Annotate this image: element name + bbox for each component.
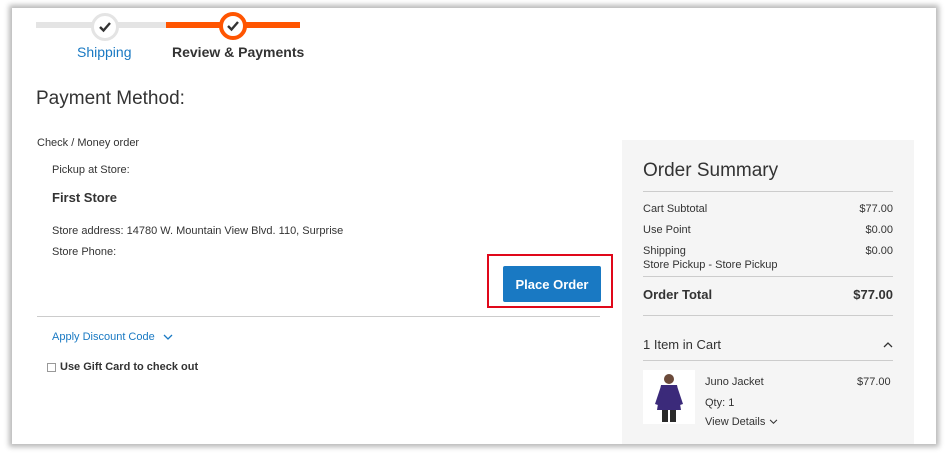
chevron-up-icon: [883, 342, 893, 348]
check-icon: [227, 21, 239, 32]
step-shipping-link[interactable]: Shipping: [77, 44, 132, 60]
gift-card-option[interactable]: Use Gift Card to check out: [47, 361, 198, 373]
payment-method-title: Payment Method:: [36, 88, 185, 109]
items-in-cart-label: 1 Item in Cart: [643, 337, 722, 352]
gift-card-label: Use Gift Card to check out: [60, 361, 199, 373]
divider: [37, 316, 600, 317]
checkbox-icon[interactable]: [47, 362, 56, 372]
store-address: Store address: 14780 W. Mountain View Bl…: [52, 225, 344, 237]
summary-row-label: Use Point: [643, 224, 691, 236]
item-price: $77.00: [857, 376, 891, 388]
summary-row-value: $0.00: [865, 245, 893, 257]
apply-discount-toggle[interactable]: Apply Discount Code: [52, 331, 173, 343]
apply-discount-label: Apply Discount Code: [52, 331, 155, 343]
summary-row-use-point: Use Point $0.00: [643, 224, 893, 236]
store-name: First Store: [52, 190, 118, 205]
item-name: Juno Jacket: [705, 376, 764, 388]
order-summary-title: Order Summary: [643, 160, 779, 181]
summary-row-subtotal: Cart Subtotal $77.00: [643, 203, 893, 215]
step-review-payments: Review & Payments: [172, 44, 305, 60]
summary-row-shipping: Shipping $0.00: [643, 245, 893, 257]
items-in-cart-toggle[interactable]: 1 Item in Cart: [643, 337, 893, 352]
shipping-method: Store Pickup - Store Pickup: [643, 259, 778, 271]
chevron-down-icon: [770, 419, 778, 425]
divider: [643, 315, 893, 316]
divider: [643, 191, 893, 192]
order-total-row: Order Total $77.00: [643, 287, 893, 302]
product-thumbnail: [643, 370, 695, 424]
summary-row-label: Cart Subtotal: [643, 203, 708, 215]
order-summary: Order Summary Cart Subtotal $77.00 Use P…: [622, 140, 914, 444]
order-total-label: Order Total: [643, 287, 713, 302]
divider: [643, 276, 893, 277]
step-shipping-marker: [91, 13, 119, 41]
checkout-frame: Shipping Review & Payments Payment Metho…: [12, 8, 936, 444]
order-total-value: $77.00: [853, 287, 893, 302]
store-phone: Store Phone:: [52, 246, 117, 258]
view-details-toggle[interactable]: View Details: [705, 416, 778, 428]
summary-row-value: $0.00: [865, 224, 893, 236]
pickup-label: Pickup at Store:: [52, 164, 130, 176]
chevron-down-icon: [163, 334, 173, 340]
view-details-label: View Details: [705, 416, 766, 428]
summary-row-label: Shipping: [643, 245, 686, 257]
place-order-button[interactable]: Place Order: [503, 266, 601, 302]
item-qty: Qty: 1: [705, 397, 735, 409]
check-icon: [99, 22, 111, 33]
jacket-image-icon: [655, 374, 683, 422]
payment-method-label: Check / Money order: [37, 137, 140, 149]
step-review-marker: [219, 12, 247, 40]
divider: [643, 360, 893, 361]
summary-row-value: $77.00: [859, 203, 893, 215]
